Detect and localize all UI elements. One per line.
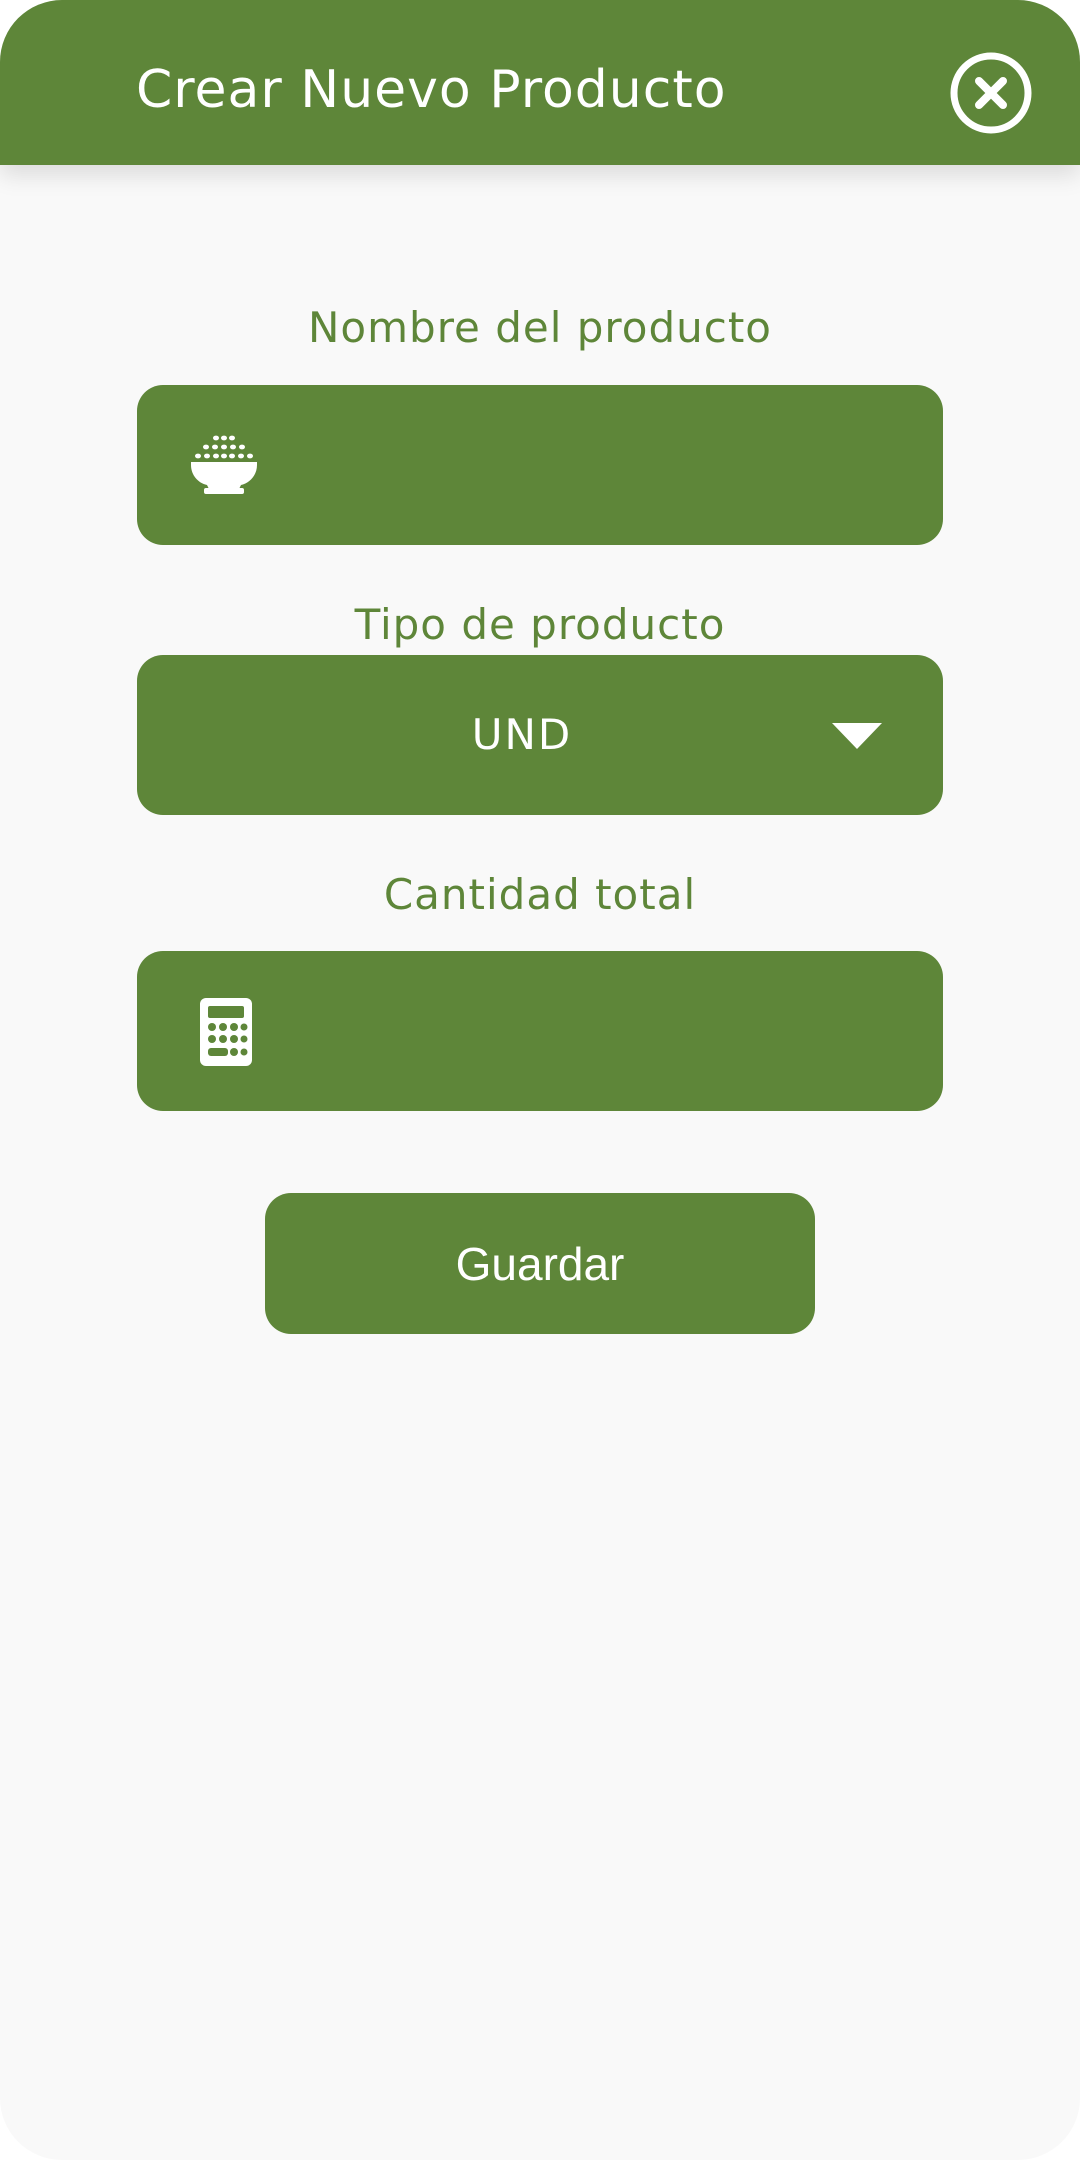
- quantity-field[interactable]: [137, 951, 943, 1113]
- quantity-input[interactable]: [267, 951, 911, 1113]
- product-name-label: Nombre del producto: [308, 303, 772, 352]
- product-type-select[interactable]: UND: [137, 655, 943, 815]
- dialog-title: Crear Nuevo Producto: [136, 60, 727, 120]
- create-product-dialog: Crear Nuevo Producto Nombre del producto: [0, 0, 1080, 2160]
- quantity-label: Cantidad total: [383, 870, 697, 919]
- dropdown-arrow-icon: [832, 723, 882, 749]
- product-name-input[interactable]: [267, 385, 911, 547]
- save-button[interactable]: Guardar: [265, 1193, 815, 1334]
- product-type-selected-value: UND: [471, 710, 573, 759]
- close-button[interactable]: [949, 51, 1033, 135]
- dialog-header: Crear Nuevo Producto: [0, 0, 1080, 165]
- calculator-icon: [200, 998, 252, 1066]
- rice-bowl-icon: [191, 435, 257, 494]
- product-type-label: Tipo de producto: [354, 600, 726, 649]
- close-circle-icon: [950, 52, 1032, 134]
- product-name-field[interactable]: [137, 385, 943, 547]
